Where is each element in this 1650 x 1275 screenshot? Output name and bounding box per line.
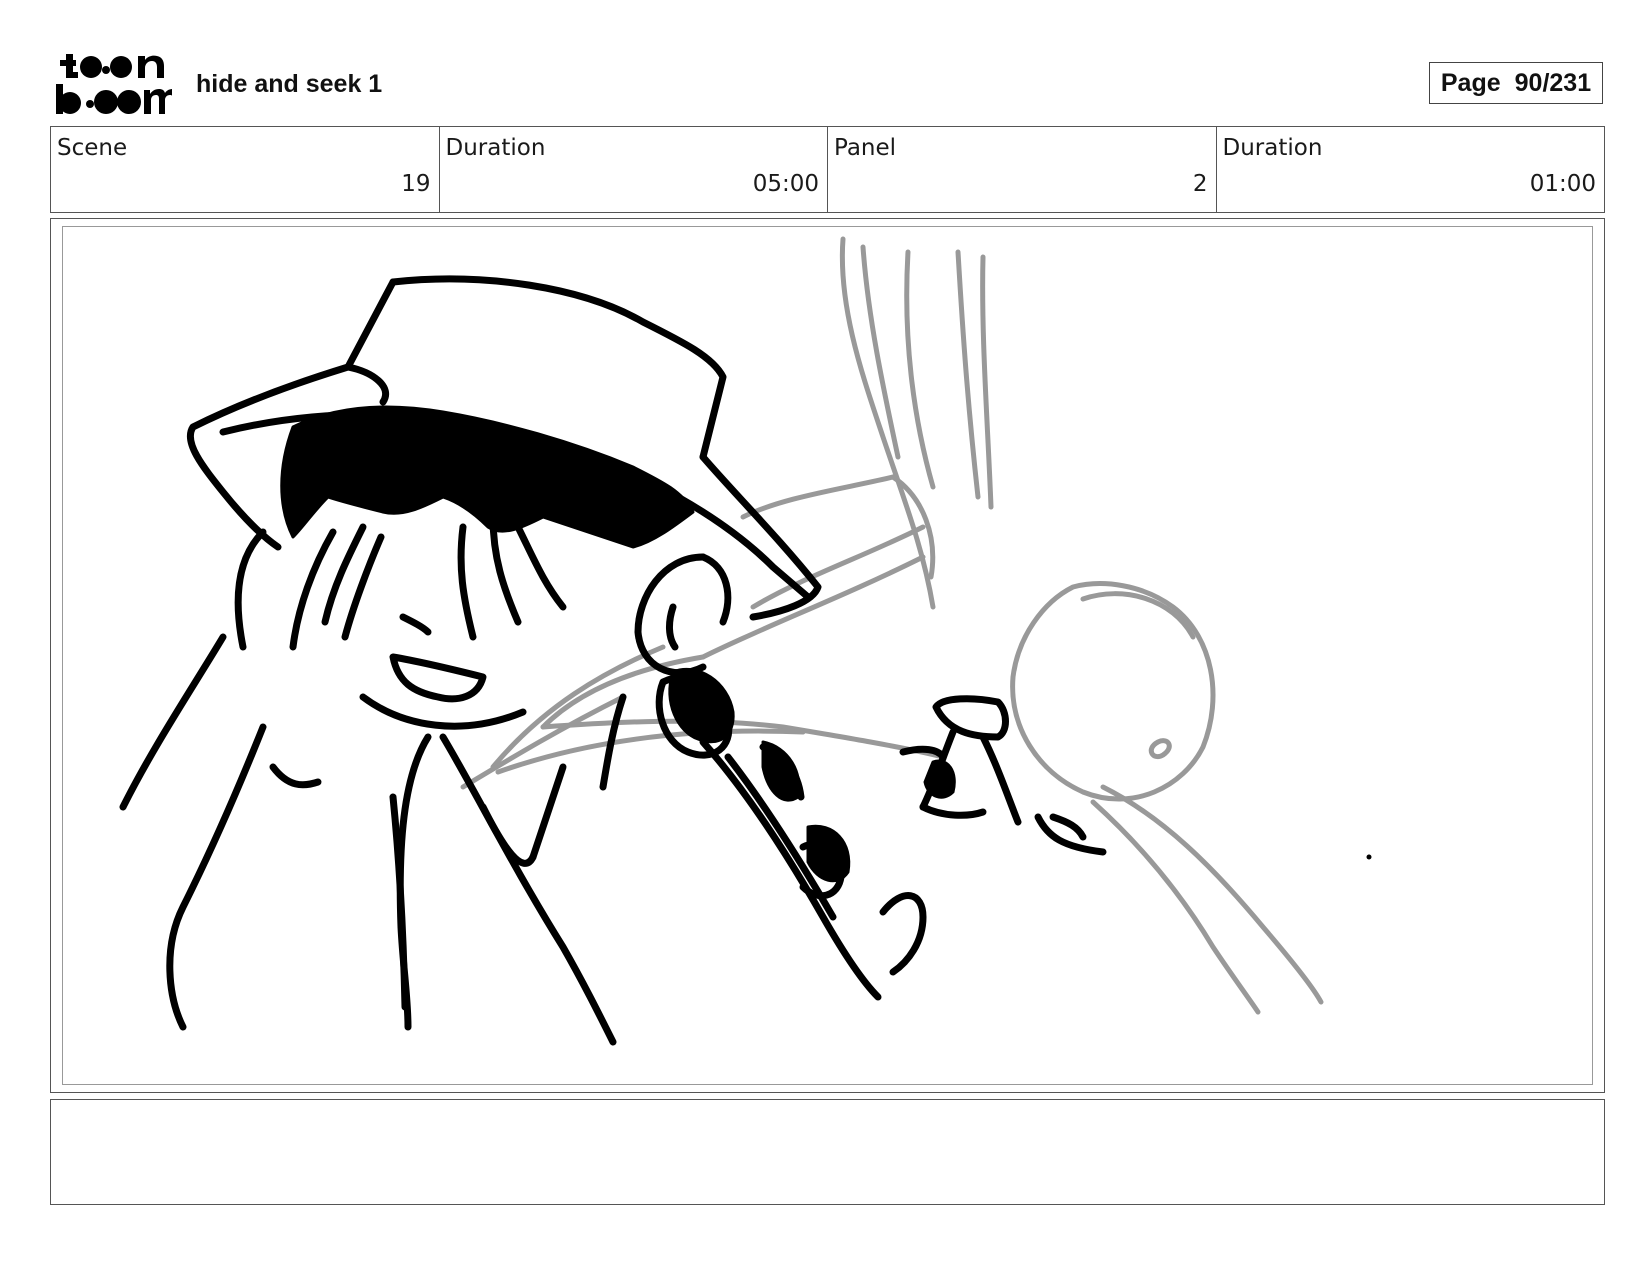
panel-value: 2 [1192, 171, 1208, 197]
panel-duration-cell: Duration 01:00 [1217, 127, 1605, 212]
panel-cell: Panel 2 [828, 127, 1217, 212]
page-indicator: Page 90/231 [1429, 62, 1603, 104]
project-title: hide and seek 1 [196, 70, 383, 98]
panel-duration-value: 01:00 [1529, 171, 1596, 197]
scene-label: Scene [57, 135, 128, 161]
panel-label: Panel [834, 135, 897, 161]
scene-duration-value: 05:00 [752, 171, 819, 197]
toonboom-logo [54, 50, 180, 118]
page-label: Page [1440, 68, 1501, 97]
scene-cell: Scene 19 [51, 127, 440, 212]
scene-info-table: Scene 19 Duration 05:00 Panel 2 Duration… [50, 126, 1605, 213]
panel-duration-label: Duration [1222, 135, 1323, 161]
page-number: 90/231 [1514, 68, 1592, 97]
scene-duration-label: Duration [445, 135, 546, 161]
storyboard-panel-frame [50, 218, 1605, 1093]
panel-notes-box [50, 1099, 1605, 1205]
storyboard-sketch [119, 236, 1372, 1046]
scene-value: 19 [401, 171, 431, 197]
scene-duration-cell: Duration 05:00 [440, 127, 828, 212]
storyboard-panel-image [62, 226, 1593, 1085]
